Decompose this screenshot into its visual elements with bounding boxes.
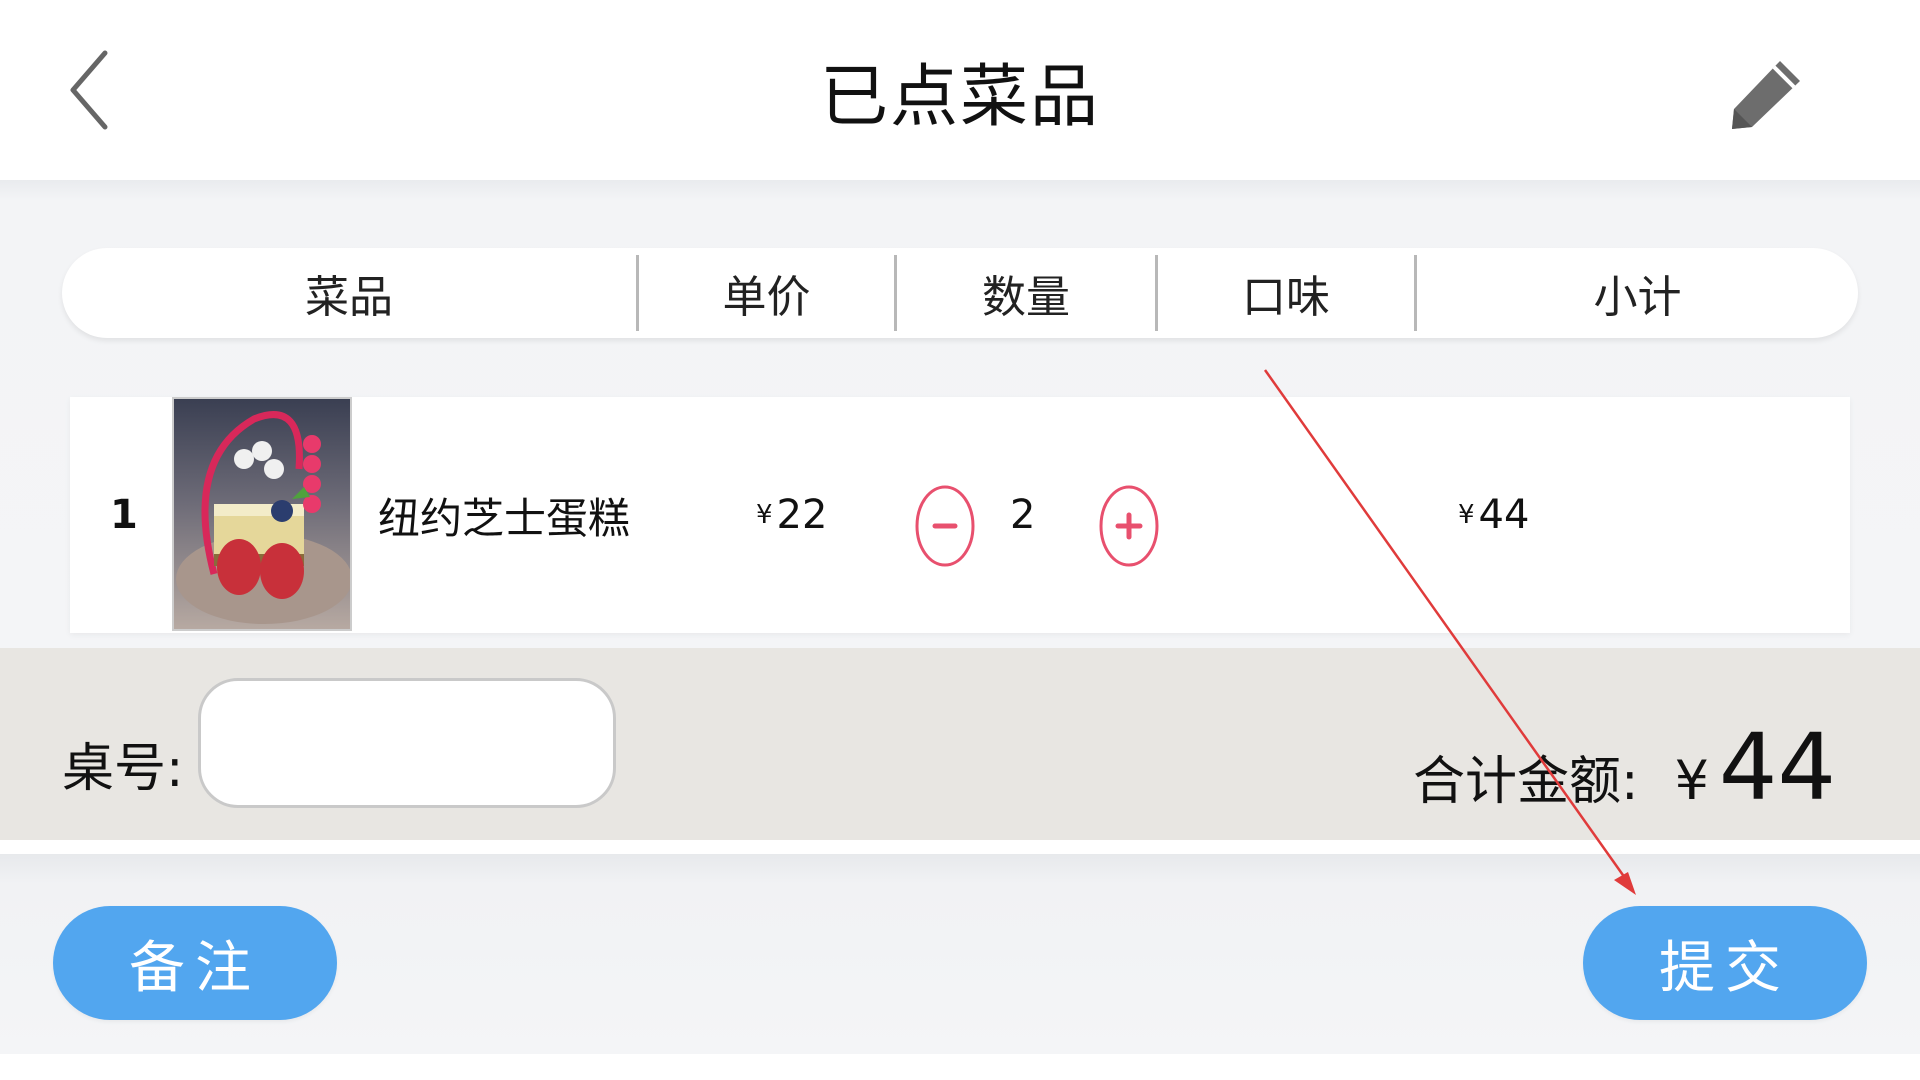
total-value: 44 [1718,714,1836,821]
bottom-action-bar: 备注 提交 [0,854,1920,1054]
table-number-label: 桌号: [62,738,184,799]
unit-price: ¥22 [756,397,827,633]
order-list-area: 菜品 单价 数量 口味 小计 1 纽约芝士蛋糕 ¥ 22 2 ¥ 44 [0,180,1920,648]
summary-bar: 桌号: 合计金额: ¥ 44 [0,648,1920,840]
column-quantity: 数量 [897,255,1158,331]
total-amount: 合计金额: ¥ 44 [1413,648,1836,840]
page-title: 已点菜品 [819,57,1100,137]
divider [0,840,1920,854]
quantity-value: 2 [1010,492,1036,538]
subtotal-currency: ¥ [1458,500,1475,530]
order-item-row: 1 纽约芝士蛋糕 ¥ 22 2 ¥ 44 [70,397,1850,633]
total-currency: ¥ [1674,749,1709,812]
dish-image [172,397,352,631]
increase-quantity-button[interactable] [1098,484,1160,568]
app-header: 已点菜品 [0,0,1920,180]
pencil-icon [1731,60,1800,129]
column-header: 菜品 单价 数量 口味 小计 [62,248,1858,338]
subtotal-value: 44 [1478,492,1530,538]
note-button[interactable]: 备注 [53,906,337,1020]
column-subtotal: 小计 [1593,272,1682,323]
minus-icon [915,485,975,567]
table-number-input[interactable] [198,678,616,808]
submit-button[interactable]: 提交 [1583,906,1867,1020]
total-label: 合计金额: [1413,752,1639,812]
edit-button[interactable] [1725,50,1810,135]
row-index: 1 [110,492,138,538]
subtotal: ¥44 [1458,397,1529,633]
column-unit-price: 单价 [639,255,897,331]
unit-price-currency: ¥ [756,500,773,530]
bottom-spacer [0,1054,1920,1080]
plus-icon [1099,485,1159,567]
unit-price-value: 22 [776,492,828,538]
column-dish: 菜品 [62,255,639,331]
decrease-quantity-button[interactable] [914,484,976,568]
dish-name: 纽约芝士蛋糕 [378,493,631,543]
column-flavor: 口味 [1158,255,1417,331]
